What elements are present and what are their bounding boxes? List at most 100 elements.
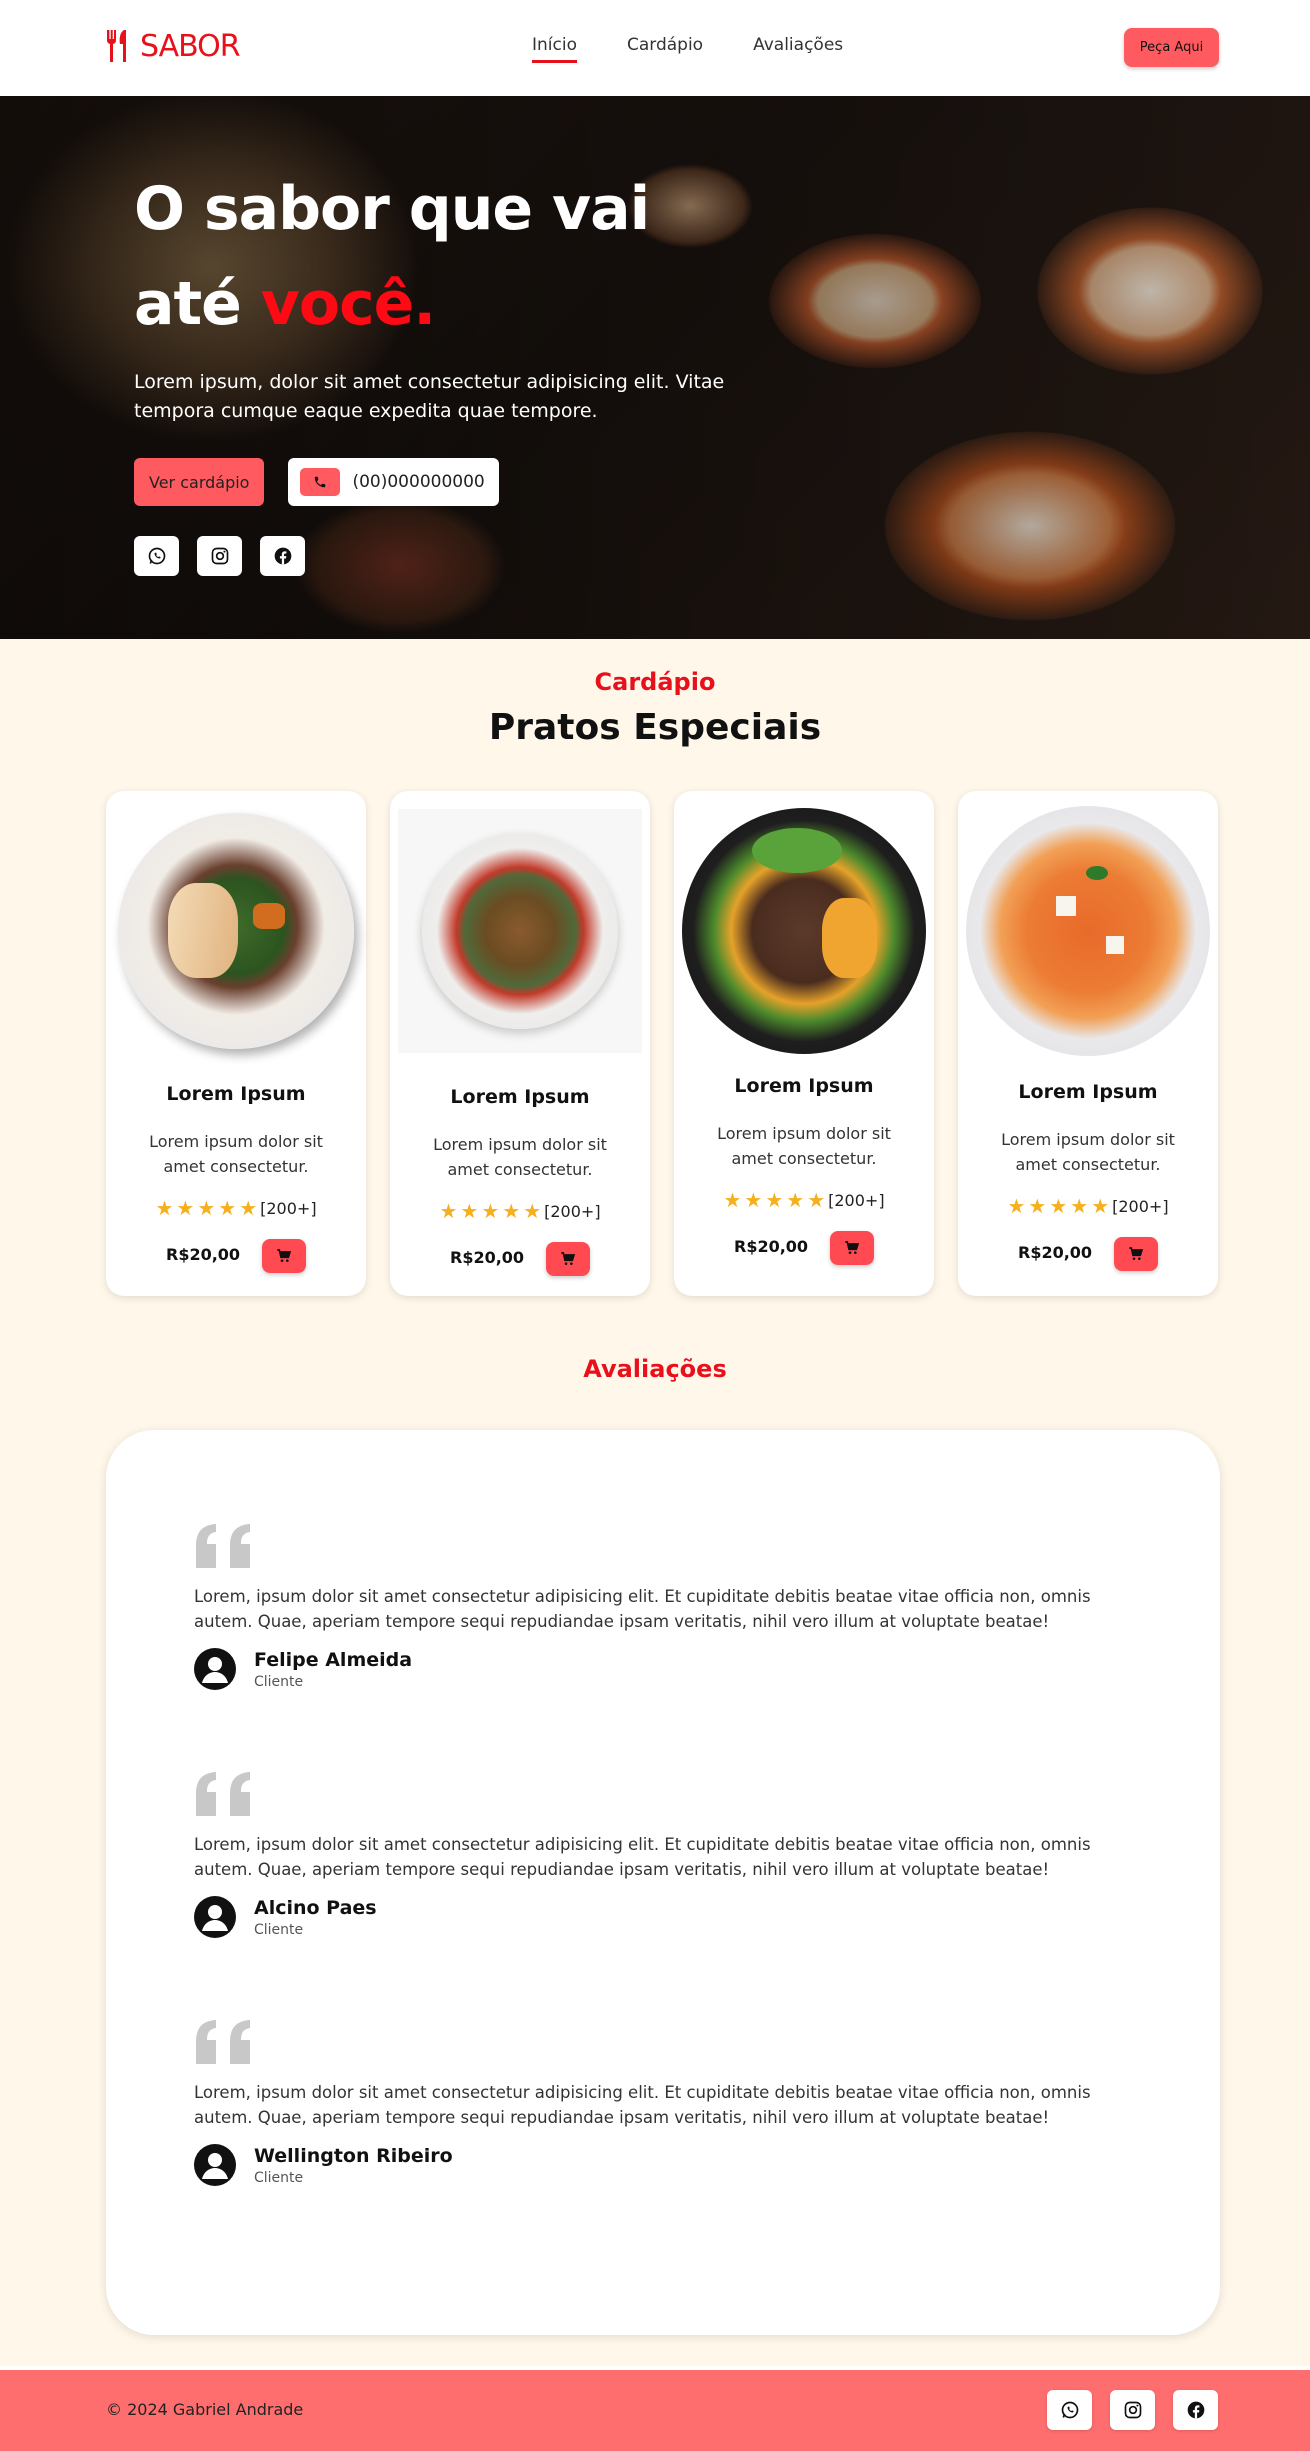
reviewer-info: Felipe Almeida Cliente: [254, 1649, 412, 1690]
reviews-section-label: Avaliações: [583, 1355, 727, 1383]
rating-count: [200+]: [260, 1198, 317, 1218]
star-icon: ★: [523, 1199, 542, 1223]
footer-whatsapp-button[interactable]: [1047, 2390, 1092, 2430]
dish-price: R$20,00: [734, 1237, 809, 1256]
footer-instagram-button[interactable]: [1110, 2390, 1155, 2430]
phone-button[interactable]: (00)000000000: [288, 458, 499, 506]
whatsapp-button[interactable]: [134, 536, 179, 576]
main-nav: Início Cardápio Avaliações: [532, 35, 843, 63]
hero-description: Lorem ipsum, dolor sit amet consectetur …: [134, 371, 725, 422]
star-icon: ★: [155, 1196, 174, 1220]
quote-icon: [196, 1524, 250, 1568]
nav-link-inicio[interactable]: Início: [532, 35, 577, 63]
nav-link-cardapio[interactable]: Cardápio: [627, 35, 703, 63]
reviewer: Wellington Ribeiro Cliente: [194, 2144, 1154, 2186]
rating-count: [200+]: [544, 1201, 601, 1221]
phone-number: (00)000000000: [352, 472, 485, 492]
star-icon: ★: [723, 1188, 742, 1212]
cart-icon: [845, 1241, 860, 1254]
dish-description: Lorem ipsum dolor sit amet consectetur.: [149, 1132, 323, 1176]
dish-description: Lorem ipsum dolor sit amet consectetur.: [1001, 1130, 1175, 1174]
whatsapp-icon: [1061, 2401, 1078, 2419]
dish-image: [114, 809, 358, 1053]
dish-name: Lorem Ipsum: [734, 1075, 874, 1097]
dish-name: Lorem Ipsum: [1018, 1081, 1158, 1103]
fork-knife-icon: [106, 30, 126, 62]
review-item: Lorem, ipsum dolor sit amet consectetur …: [194, 1770, 1154, 1938]
site-footer: © 2024 Gabriel Andrade: [0, 2366, 1310, 2451]
add-to-cart-button[interactable]: [546, 1242, 590, 1276]
star-icon: ★: [176, 1196, 195, 1220]
dish-rating: ★ ★ ★ ★ ★ [200+]: [958, 1194, 1218, 1218]
facebook-icon: [274, 547, 291, 565]
hero-title-line1: O sabor que vai: [134, 174, 650, 244]
review-item: Lorem, ipsum dolor sit amet consectetur …: [194, 1522, 1154, 1690]
instagram-button[interactable]: [197, 536, 242, 576]
hero-title-line2: até você.: [134, 257, 754, 352]
cart-icon: [1129, 1247, 1144, 1260]
dish-cards: Lorem Ipsum Lorem ipsum dolor sit amet c…: [106, 791, 1220, 1296]
dish-rating: ★ ★ ★ ★ ★ [200+]: [674, 1188, 934, 1212]
view-menu-button[interactable]: Ver cardápio: [134, 458, 265, 506]
dish-card: Lorem Ipsum Lorem ipsum dolor sit amet c…: [674, 791, 934, 1296]
cart-icon: [277, 1249, 292, 1262]
reviewer-info: Wellington Ribeiro Cliente: [254, 2145, 453, 2186]
brand-name: SABOR: [140, 28, 241, 64]
star-icon: ★: [439, 1199, 458, 1223]
review-text: Lorem, ipsum dolor sit amet consectetur …: [194, 1835, 1091, 1879]
dish-rating: ★ ★ ★ ★ ★ [200+]: [106, 1196, 366, 1220]
dish-card: Lorem Ipsum Lorem ipsum dolor sit amet c…: [106, 791, 366, 1296]
dish-description: Lorem ipsum dolor sit amet consectetur.: [433, 1135, 607, 1179]
star-icon: ★: [1091, 1194, 1110, 1218]
footer-social-links: [1047, 2390, 1218, 2430]
reviewer-role: Cliente: [254, 2169, 304, 2186]
copyright-text: © 2024 Gabriel Andrade: [106, 2400, 304, 2419]
dish-name: Lorem Ipsum: [450, 1086, 590, 1108]
star-icon: ★: [1049, 1194, 1068, 1218]
add-to-cart-button[interactable]: [1114, 1237, 1158, 1271]
dish-image: [682, 808, 926, 1054]
review-text: Lorem, ipsum dolor sit amet consectetur …: [194, 2083, 1091, 2127]
review-text: Lorem, ipsum dolor sit amet consectetur …: [194, 1587, 1091, 1631]
dish-rating: ★ ★ ★ ★ ★ [200+]: [390, 1199, 650, 1223]
reviews-box: Lorem, ipsum dolor sit amet consectetur …: [106, 1430, 1220, 2335]
facebook-button[interactable]: [260, 536, 305, 576]
add-to-cart-button[interactable]: [830, 1231, 874, 1265]
order-button[interactable]: Peça Aqui: [1124, 28, 1219, 67]
hero-buttons: Ver cardápio (00)000000000: [134, 458, 754, 506]
star-icon: ★: [765, 1188, 784, 1212]
hero-social-links: [134, 536, 754, 576]
star-icon: ★: [744, 1188, 763, 1212]
add-to-cart-button[interactable]: [262, 1239, 306, 1273]
star-icon: ★: [807, 1188, 826, 1212]
star-icon: ★: [1070, 1194, 1089, 1218]
star-icon: ★: [1028, 1194, 1047, 1218]
dish-price: R$20,00: [1018, 1243, 1093, 1262]
facebook-icon: [1187, 2401, 1204, 2419]
footer-facebook-button[interactable]: [1173, 2390, 1218, 2430]
star-icon: ★: [197, 1196, 216, 1220]
review-item: Lorem, ipsum dolor sit amet consectetur …: [194, 2018, 1154, 2186]
dish-description: Lorem ipsum dolor sit amet consectetur.: [717, 1124, 891, 1168]
nav-link-avaliacoes[interactable]: Avaliações: [753, 35, 843, 63]
star-icon: ★: [460, 1199, 479, 1223]
user-avatar-icon: [194, 1648, 236, 1690]
rating-count: [200+]: [1112, 1196, 1169, 1216]
instagram-icon: [1124, 2401, 1141, 2419]
whatsapp-icon: [148, 547, 165, 565]
brand-logo[interactable]: SABOR: [104, 28, 241, 64]
reviewer-name: Wellington Ribeiro: [254, 2144, 453, 2167]
phone-icon: [300, 468, 341, 496]
star-icon: ★: [218, 1196, 237, 1220]
reviewer-role: Cliente: [254, 1921, 304, 1938]
hero-section: O sabor que vai até você. Lorem ipsum, d…: [0, 96, 1310, 639]
hero-title-accent: você.: [260, 269, 436, 339]
quote-icon: [196, 2020, 250, 2064]
quote-icon: [196, 1772, 250, 1816]
dish-image: [966, 806, 1210, 1056]
dish-image: [398, 809, 642, 1053]
menu-section-title: Pratos Especiais: [488, 707, 822, 748]
hero-content: O sabor que vai até você. Lorem ipsum, d…: [134, 162, 754, 576]
menu-section-label: Cardápio: [594, 668, 716, 696]
hero-title-prefix: até: [134, 269, 261, 339]
